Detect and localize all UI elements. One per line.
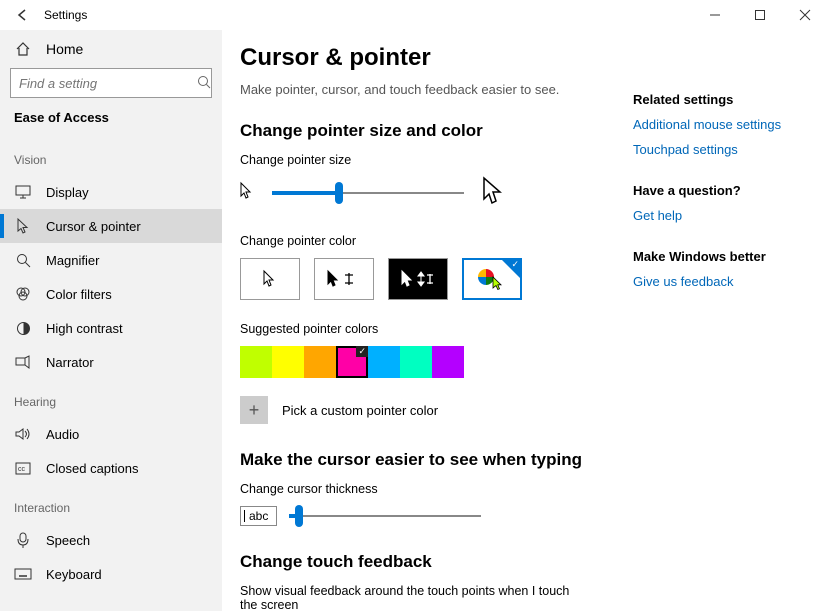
main-content: Cursor & pointer Make pointer, cursor, a… xyxy=(240,44,633,611)
titlebar: Settings xyxy=(0,0,827,30)
nav-home-label: Home xyxy=(46,41,83,57)
nav-group-label: Hearing xyxy=(0,379,222,417)
thickness-preview: abc xyxy=(240,506,277,526)
nav-group-label: Interaction xyxy=(0,485,222,523)
nav-item-label: Narrator xyxy=(46,355,94,370)
thickness-slider[interactable] xyxy=(289,506,481,526)
pointer-large-icon xyxy=(482,177,504,208)
touch-feedback-label: Show visual feedback around the touch po… xyxy=(240,584,570,611)
back-button[interactable] xyxy=(8,8,36,22)
right-rail: Related settings Additional mouse settin… xyxy=(633,44,803,611)
search-input[interactable] xyxy=(19,76,197,91)
nav-item-label: Cursor & pointer xyxy=(46,219,141,234)
related-settings-heading: Related settings xyxy=(633,92,803,107)
nav-item-cursor-pointer[interactable]: Cursor & pointer xyxy=(0,209,222,243)
have-a-question-heading: Have a question? xyxy=(633,183,803,198)
cursor-icon xyxy=(14,218,32,234)
nav-item-label: Color filters xyxy=(46,287,112,302)
pointer-small-icon xyxy=(240,182,254,203)
nav-item-display[interactable]: Display xyxy=(0,175,222,209)
narrator-icon xyxy=(14,355,32,369)
suggested-color-swatch[interactable] xyxy=(432,346,464,378)
nav-item-label: Display xyxy=(46,185,89,200)
home-icon xyxy=(14,41,32,57)
nav-item-label: High contrast xyxy=(46,321,123,336)
nav-item-label: Closed captions xyxy=(46,461,139,476)
link-touchpad-settings[interactable]: Touchpad settings xyxy=(633,142,803,157)
suggested-color-swatch[interactable] xyxy=(368,346,400,378)
pointer-size-label: Change pointer size xyxy=(240,153,609,167)
link-give-feedback[interactable]: Give us feedback xyxy=(633,274,803,289)
pointer-color-custom[interactable] xyxy=(462,258,522,300)
magnifier-icon xyxy=(14,253,32,268)
nav-item-speech[interactable]: Speech xyxy=(0,523,222,557)
suggested-colors-row xyxy=(240,346,609,378)
suggested-color-swatch[interactable] xyxy=(304,346,336,378)
pointer-color-options xyxy=(240,258,609,300)
pointer-color-inverted[interactable] xyxy=(388,258,448,300)
nav-item-audio[interactable]: Audio xyxy=(0,417,222,451)
nav-item-label: Speech xyxy=(46,533,90,548)
touch-feedback-heading: Change touch feedback xyxy=(240,552,609,572)
pointer-color-white[interactable] xyxy=(240,258,300,300)
nav-item-keyboard[interactable]: Keyboard xyxy=(0,557,222,591)
check-icon xyxy=(502,260,520,278)
colorfilters-icon xyxy=(14,287,32,301)
custom-color-button[interactable]: + xyxy=(240,396,268,424)
display-icon xyxy=(14,185,32,199)
suggested-color-swatch[interactable] xyxy=(336,346,368,378)
close-button[interactable] xyxy=(782,0,827,30)
nav-item-magnifier[interactable]: Magnifier xyxy=(0,243,222,277)
pointer-color-black[interactable] xyxy=(314,258,374,300)
nav-home[interactable]: Home xyxy=(0,30,222,68)
pointer-size-color-heading: Change pointer size and color xyxy=(240,121,609,141)
svg-text:cc: cc xyxy=(18,466,26,473)
page-description: Make pointer, cursor, and touch feedback… xyxy=(240,82,609,97)
search-icon xyxy=(197,75,211,92)
nav-item-closed-captions[interactable]: cc Closed captions xyxy=(0,451,222,485)
sidebar: Home Ease of Access Vision Display Cursor … xyxy=(0,30,222,611)
nav-item-label: Audio xyxy=(46,427,79,442)
cc-icon: cc xyxy=(14,462,32,475)
pointer-color-label: Change pointer color xyxy=(240,234,609,248)
suggested-colors-heading: Suggested pointer colors xyxy=(240,322,609,336)
minimize-button[interactable] xyxy=(692,0,737,30)
make-windows-better-heading: Make Windows better xyxy=(633,249,803,264)
link-additional-mouse-settings[interactable]: Additional mouse settings xyxy=(633,117,803,132)
maximize-button[interactable] xyxy=(737,0,782,30)
nav-item-narrator[interactable]: Narrator xyxy=(0,345,222,379)
pointer-size-slider[interactable] xyxy=(272,183,464,203)
section-title: Ease of Access xyxy=(0,110,222,137)
thickness-label: Change cursor thickness xyxy=(240,482,609,496)
nav-item-high-contrast[interactable]: High contrast xyxy=(0,311,222,345)
nav-item-label: Magnifier xyxy=(46,253,99,268)
easier-cursor-heading: Make the cursor easier to see when typin… xyxy=(240,450,609,470)
link-get-help[interactable]: Get help xyxy=(633,208,803,223)
nav-item-color-filters[interactable]: Color filters xyxy=(0,277,222,311)
custom-color-label: Pick a custom pointer color xyxy=(282,403,438,418)
audio-icon xyxy=(14,427,32,441)
highcontrast-icon xyxy=(14,321,32,336)
suggested-color-swatch[interactable] xyxy=(240,346,272,378)
suggested-color-swatch[interactable] xyxy=(400,346,432,378)
suggested-color-swatch[interactable] xyxy=(272,346,304,378)
speech-icon xyxy=(14,532,32,548)
search-box[interactable] xyxy=(10,68,212,98)
nav-item-label: Keyboard xyxy=(46,567,102,582)
nav-group-label: Vision xyxy=(0,137,222,175)
keyboard-icon xyxy=(14,568,32,580)
page-title: Cursor & pointer xyxy=(240,44,609,72)
app-title: Settings xyxy=(44,8,87,22)
